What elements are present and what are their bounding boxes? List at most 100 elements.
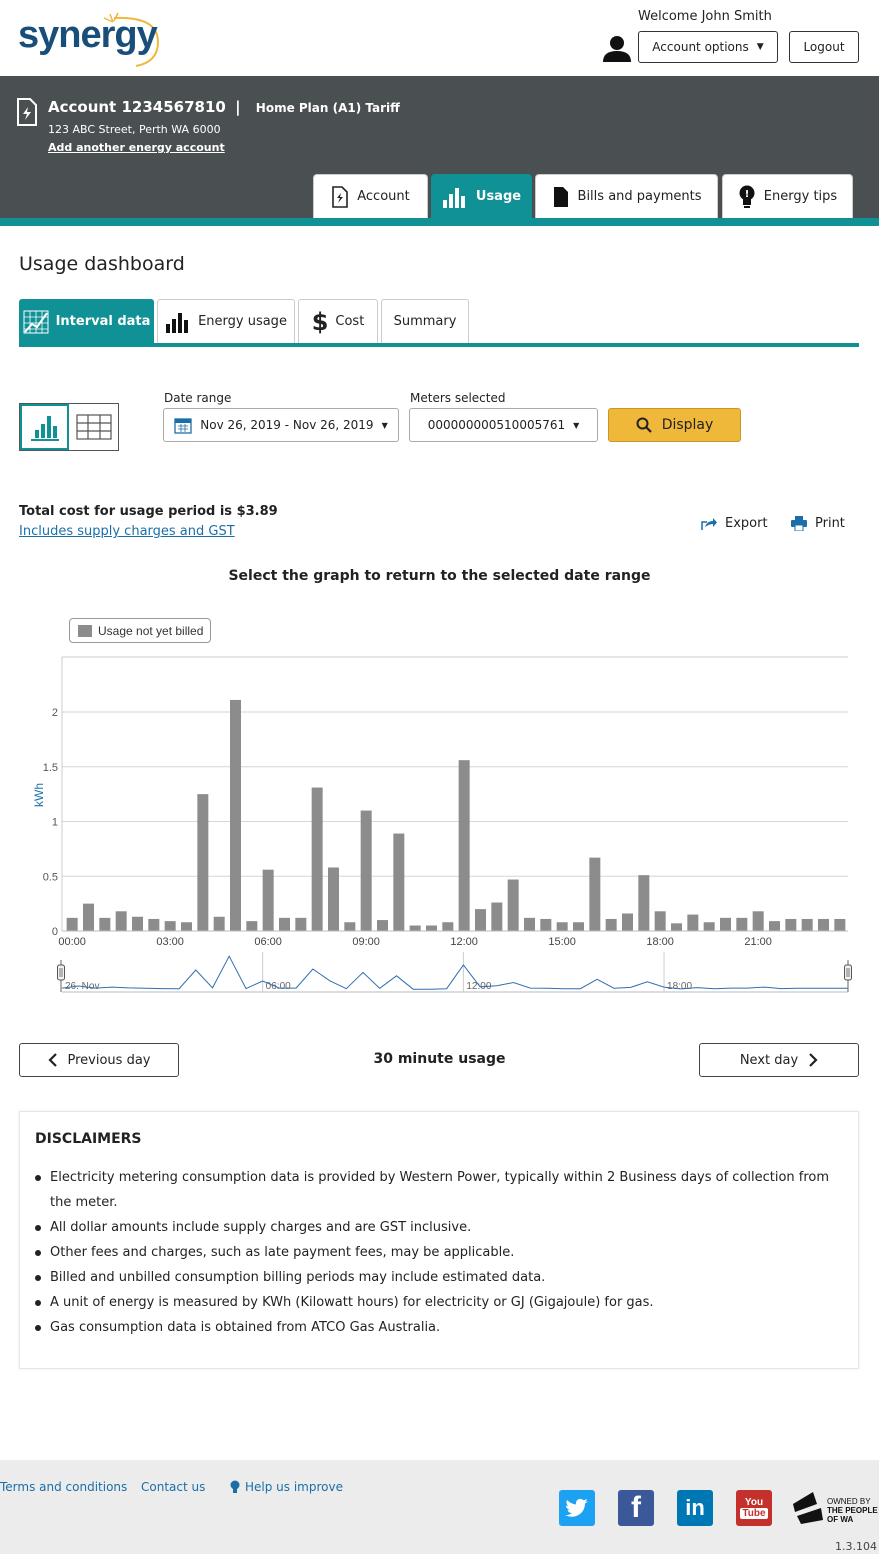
tab-usage-label: Usage <box>475 189 522 204</box>
total-cost-text: Total cost for usage period is $3.89 <box>19 504 278 519</box>
display-label: Display <box>661 417 714 433</box>
meters-value: 000000000510005761 <box>427 418 566 432</box>
page-title: Usage dashboard <box>19 253 185 275</box>
account-title: Account 1234567810 | Home Plan (A1) Tari… <box>48 98 400 116</box>
caret-down-icon: ▼ <box>756 42 764 52</box>
chart-bar <box>491 902 503 931</box>
chart-bar <box>426 925 437 931</box>
owned-by-text: OWNED BY THE PEOPLE OF WA <box>827 1497 878 1524</box>
account-options-button[interactable]: Account options ▼ <box>638 31 778 63</box>
caret-down-icon: ▼ <box>381 420 388 430</box>
x-tick-label: 00:00 <box>58 936 86 948</box>
help-improve-link[interactable]: Help us improve <box>230 1480 343 1494</box>
x-tick-label: 09:00 <box>352 936 380 948</box>
list-item: Billed and unbilled consumption billing … <box>35 1265 840 1290</box>
disclaimers-list: Electricity metering consumption data is… <box>35 1165 840 1340</box>
navigator-handle[interactable] <box>57 964 65 981</box>
chart-bar <box>671 923 682 931</box>
navigator-label: 06:00 <box>266 981 291 992</box>
print-button[interactable]: Print <box>791 516 845 531</box>
chart-bar <box>230 699 241 931</box>
chart-bar <box>785 918 797 931</box>
display-button[interactable]: Display <box>608 408 741 442</box>
chart-bar <box>181 922 192 931</box>
meters-label: Meters selected <box>410 391 506 405</box>
export-label: Export <box>725 516 768 531</box>
chart-bar <box>132 916 143 931</box>
x-tick-label: 12:00 <box>450 936 478 948</box>
owned-line-2: THE PEOPLE <box>827 1506 878 1515</box>
chart-bar <box>589 857 601 931</box>
subtab-underline <box>19 343 859 347</box>
account-doc-icon <box>332 185 349 208</box>
date-range-label: Date range <box>164 391 232 405</box>
dollar-icon: $ <box>311 307 329 336</box>
y-tick-label: 0 <box>52 926 58 938</box>
account-number: Account 1234567810 <box>48 98 226 116</box>
tab-usage[interactable]: Usage <box>431 174 532 218</box>
search-icon <box>636 417 652 433</box>
chart-bar <box>311 787 323 931</box>
lightbulb-icon <box>230 1480 240 1493</box>
tab-bills-payments[interactable]: Bills and payments <box>535 174 718 218</box>
navigator-handle[interactable] <box>844 964 852 981</box>
contact-link[interactable]: Contact us <box>141 1480 205 1494</box>
list-item: Other fees and charges, such as late pay… <box>35 1240 840 1265</box>
export-icon <box>701 517 717 530</box>
tab-energy-tips-label: Energy tips <box>763 189 838 204</box>
includes-supply-link[interactable]: Includes supply charges and GST <box>19 524 235 539</box>
date-range-select[interactable]: Nov 26, 2019 - Nov 26, 2019 ▼ <box>163 408 399 442</box>
twitter-icon[interactable] <box>559 1490 595 1526</box>
facebook-icon[interactable]: f <box>618 1490 654 1526</box>
disclaimers-panel: DISCLAIMERS Electricity metering consump… <box>19 1111 859 1369</box>
legend-label: Usage not yet billed <box>98 623 204 638</box>
lightbulb-icon: ! <box>739 185 755 208</box>
chart-bar <box>83 903 94 931</box>
disclaimers-title: DISCLAIMERS <box>35 1131 142 1147</box>
meters-select[interactable]: 000000000510005761 ▼ <box>409 408 598 442</box>
list-item: A unit of energy is measured by KWh (Kil… <box>35 1290 840 1315</box>
subtab-energy-label: Energy usage <box>198 314 287 329</box>
logo-text: synergy <box>18 14 158 56</box>
chart-view-button[interactable] <box>20 404 70 450</box>
add-account-link[interactable]: Add another energy account <box>48 141 225 154</box>
chart-bar <box>736 917 748 931</box>
chart-bar <box>442 922 454 931</box>
logout-button[interactable]: Logout <box>789 31 859 63</box>
electricity-document-icon <box>17 98 37 126</box>
calendar-icon <box>174 418 192 434</box>
subtab-summary-label: Summary <box>393 314 457 329</box>
subtab-energy-usage[interactable]: Energy usage <box>157 299 295 343</box>
wa-map-icon <box>793 1492 823 1524</box>
subtab-cost[interactable]: $ Cost <box>298 299 378 343</box>
bar-chart-icon <box>442 187 465 208</box>
table-view-button[interactable] <box>69 404 118 450</box>
y-tick-label: 2 <box>52 707 58 719</box>
tab-underline <box>0 218 879 226</box>
linkedin-icon[interactable]: in <box>677 1490 713 1526</box>
subtab-interval-data[interactable]: Interval data <box>19 299 154 343</box>
export-button[interactable]: Export <box>701 516 768 531</box>
tab-account-label: Account <box>357 189 410 204</box>
tab-energy-tips[interactable]: ! Energy tips <box>722 174 853 218</box>
version-text: 1.3.104 <box>835 1540 877 1553</box>
navigator-label: 18:00 <box>667 981 692 992</box>
chart-bar <box>115 911 127 931</box>
owned-line-3: OF WA <box>827 1515 854 1524</box>
youtube-icon[interactable]: You Tube <box>736 1490 772 1526</box>
help-improve-label: Help us improve <box>245 1480 343 1494</box>
table-icon <box>75 414 112 440</box>
next-day-button[interactable]: Next day <box>699 1043 859 1077</box>
svg-text:!: ! <box>745 189 750 200</box>
tab-account[interactable]: Account <box>313 174 428 218</box>
usage-chart[interactable]: 0 0.5 1 1.5 2 kWh 00:00 03:00 06:00 09:00 12:00 15:… <box>0 640 879 1010</box>
grid-chart-icon <box>23 310 49 333</box>
chart-bar <box>605 918 617 931</box>
synergy-logo[interactable]: synergy <box>18 10 160 67</box>
account-plan: Home Plan (A1) Tariff <box>255 101 400 115</box>
terms-link[interactable]: Terms and conditions <box>0 1480 127 1494</box>
subtab-summary[interactable]: Summary <box>381 299 469 343</box>
chart-bar <box>687 914 699 931</box>
youtube-you-text: You <box>744 1497 764 1508</box>
chart-bar <box>328 867 339 931</box>
